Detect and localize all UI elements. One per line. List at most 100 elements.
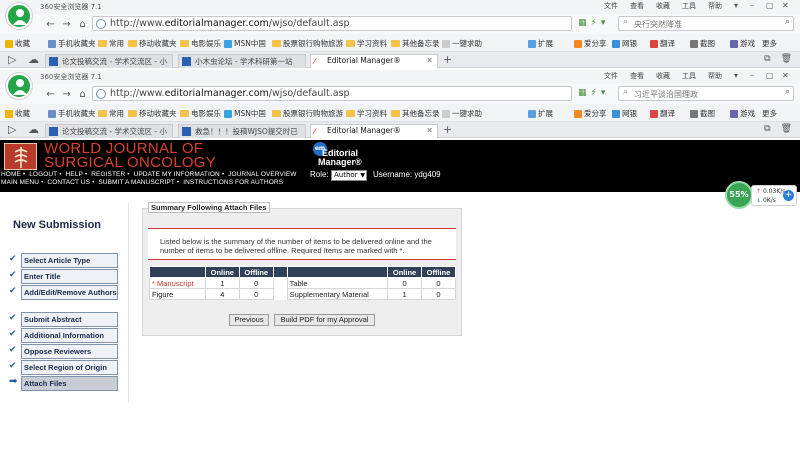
tab-close-icon[interactable]: ✕ — [426, 56, 433, 65]
step-attach-files[interactable]: ➡ Attach Files — [8, 376, 120, 391]
tool-screenshot[interactable]: 截图 — [690, 38, 715, 49]
search-go-icon[interactable]: ⌕ — [785, 17, 790, 27]
previous-button[interactable]: Previous — [229, 314, 269, 326]
forward-icon[interactable]: → — [60, 18, 73, 31]
bookmark-favorites[interactable]: 收藏 — [5, 38, 30, 49]
home-icon[interactable]: ⌂ — [76, 18, 89, 31]
nav-contact-us[interactable]: CONTACT US — [47, 179, 90, 186]
forward-icon[interactable]: → — [60, 88, 73, 101]
bookmark-mobile-folder[interactable]: 移动收藏夹 — [128, 108, 177, 119]
bookmark-common[interactable]: 常用 — [98, 108, 124, 119]
address-bar[interactable]: http://www.editorialmanager.com/wjso/def… — [92, 86, 572, 101]
shirt-icon[interactable]: ▾ — [728, 1, 744, 11]
address-bar[interactable]: http://www.editorialmanager.com/wjso/def… — [92, 16, 572, 31]
bookmark-memo[interactable]: 其他备忘录 — [391, 38, 440, 49]
tab-forum-2[interactable]: 小木虫论坛 - 学术科研第一站 — [178, 54, 306, 68]
bookmark-mobile-favorites[interactable]: 手机收藏夹 — [48, 38, 96, 49]
compat-icon[interactable]: ▦ — [578, 18, 587, 28]
lightning-icon[interactable]: ⚡ — [591, 88, 597, 98]
back-icon[interactable]: ← — [44, 88, 57, 101]
step-oppose-reviewers[interactable]: ✔ Oppose Reviewers — [8, 344, 120, 359]
menu-view[interactable]: 查看 — [624, 71, 650, 81]
menu-file[interactable]: 文件 — [598, 71, 624, 81]
tool-games[interactable]: 游戏 — [730, 108, 755, 119]
avatar[interactable] — [6, 3, 32, 29]
restore-icon[interactable]: ⧉ — [764, 54, 770, 64]
play-icon[interactable]: ▷ — [8, 123, 16, 136]
bookmark-help[interactable]: 一键求助 — [442, 38, 482, 49]
tool-more[interactable]: 更多 — [762, 38, 777, 49]
cloud-icon[interactable]: ☁ — [28, 123, 39, 136]
shirt-icon[interactable]: ▾ — [728, 71, 744, 81]
build-pdf-button[interactable]: Build PDF for my Approval — [274, 314, 375, 326]
dropdown-icon[interactable]: ▾ — [601, 18, 606, 28]
bookmark-shopping[interactable]: 股票银行购物旅游 — [272, 108, 343, 119]
lightning-icon[interactable]: ⚡ — [591, 18, 597, 28]
menu-view[interactable]: 查看 — [624, 1, 650, 11]
role-select[interactable]: Author ▼ — [331, 170, 367, 181]
avatar[interactable] — [6, 73, 32, 99]
nav-update-info[interactable]: UPDATE MY INFORMATION — [134, 171, 220, 178]
tool-extensions[interactable]: 扩展 — [528, 108, 553, 119]
menu-help[interactable]: 帮助 — [702, 1, 728, 11]
new-tab-icon[interactable]: + — [443, 123, 452, 136]
bookmark-mobile-favorites[interactable]: 手机收藏夹 — [48, 108, 96, 119]
minimize-icon[interactable]: – — [744, 1, 760, 11]
tab-editorial-manager[interactable]: ⁄ Editorial Manager® ✕ — [310, 54, 438, 68]
step-enter-title[interactable]: ✔ Enter Title — [8, 269, 120, 284]
step-region-of-origin[interactable]: ✔ Select Region of Origin — [8, 360, 120, 375]
tab-forum-1[interactable]: 论文投稿交流 - 学术交流区 - 小 — [45, 124, 173, 138]
bookmark-study[interactable]: 学习资料 — [346, 108, 387, 119]
bookmark-favorites[interactable]: 收藏 — [5, 108, 30, 119]
new-tab-icon[interactable]: + — [443, 53, 452, 66]
tool-games[interactable]: 游戏 — [730, 38, 755, 49]
tab-editorial-manager[interactable]: ⁄ Editorial Manager® ✕ — [310, 124, 438, 138]
nav-help[interactable]: HELP — [66, 171, 83, 178]
tab-forum-help[interactable]: 救急！！！投稿WJSO提交时已 — [178, 124, 306, 138]
step-select-article-type[interactable]: ✔ Select Article Type — [8, 253, 120, 268]
tool-ebank[interactable]: 网银 — [612, 38, 637, 49]
search-go-icon[interactable]: ⌕ — [785, 87, 790, 97]
menu-tools[interactable]: 工具 — [676, 1, 702, 11]
bookmark-common[interactable]: 常用 — [98, 38, 124, 49]
bookmark-study[interactable]: 学习资料 — [346, 38, 387, 49]
network-speed-widget[interactable]: 55% ↑ 0.03K/s ↓ 0K/s + — [725, 181, 799, 209]
tool-share[interactable]: 爱分享 — [574, 38, 607, 49]
nav-register[interactable]: REGISTER — [91, 171, 125, 178]
menu-tools[interactable]: 工具 — [676, 71, 702, 81]
trash-icon[interactable]: 🗑 — [781, 124, 792, 134]
bookmark-msn[interactable]: MSN中国 — [224, 38, 266, 49]
tool-extensions[interactable]: 扩展 — [528, 38, 553, 49]
compat-icon[interactable]: ▦ — [578, 88, 587, 98]
bookmark-help[interactable]: 一键求助 — [442, 108, 482, 119]
maximize-icon[interactable]: ▢ — [760, 1, 776, 11]
back-icon[interactable]: ← — [44, 18, 57, 31]
dropdown-icon[interactable]: ▾ — [601, 88, 606, 98]
close-icon[interactable]: ✕ — [776, 71, 792, 81]
minimize-icon[interactable]: – — [744, 71, 760, 81]
plus-icon[interactable]: + — [783, 190, 794, 201]
trash-icon[interactable]: 🗑 — [781, 54, 792, 64]
tool-ebank[interactable]: 网银 — [612, 108, 637, 119]
bookmark-msn[interactable]: MSN中国 — [224, 108, 266, 119]
step-submit-abstract[interactable]: ✔ Submit Abstract — [8, 312, 120, 327]
tool-screenshot[interactable]: 截图 — [690, 108, 715, 119]
tab-forum-1[interactable]: 论文投稿交流 - 学术交流区 - 小 — [45, 54, 173, 68]
tab-close-icon[interactable]: ✕ — [426, 126, 433, 135]
bookmark-movies[interactable]: 电影娱乐 — [180, 108, 221, 119]
nav-logout[interactable]: LOGOUT — [29, 171, 57, 178]
nav-main-menu[interactable]: MAIN MENU — [1, 179, 39, 186]
nav-instructions[interactable]: INSTRUCTIONS FOR AUTHORS — [183, 179, 283, 186]
search-box[interactable]: ⌕ 央行突然降准 ⌕ — [618, 16, 794, 31]
tool-translate[interactable]: 翻译 — [650, 108, 675, 119]
menu-file[interactable]: 文件 — [598, 1, 624, 11]
close-icon[interactable]: ✕ — [776, 1, 792, 11]
menu-help[interactable]: 帮助 — [702, 71, 728, 81]
tool-share[interactable]: 爱分享 — [574, 108, 607, 119]
tool-translate[interactable]: 翻译 — [650, 38, 675, 49]
nav-journal-overview[interactable]: JOURNAL OVERVIEW — [228, 171, 296, 178]
maximize-icon[interactable]: ▢ — [760, 71, 776, 81]
menu-favorites[interactable]: 收藏 — [650, 1, 676, 11]
step-additional-information[interactable]: ✔ Additional Information — [8, 328, 120, 343]
bookmark-memo[interactable]: 其他备忘录 — [391, 108, 440, 119]
